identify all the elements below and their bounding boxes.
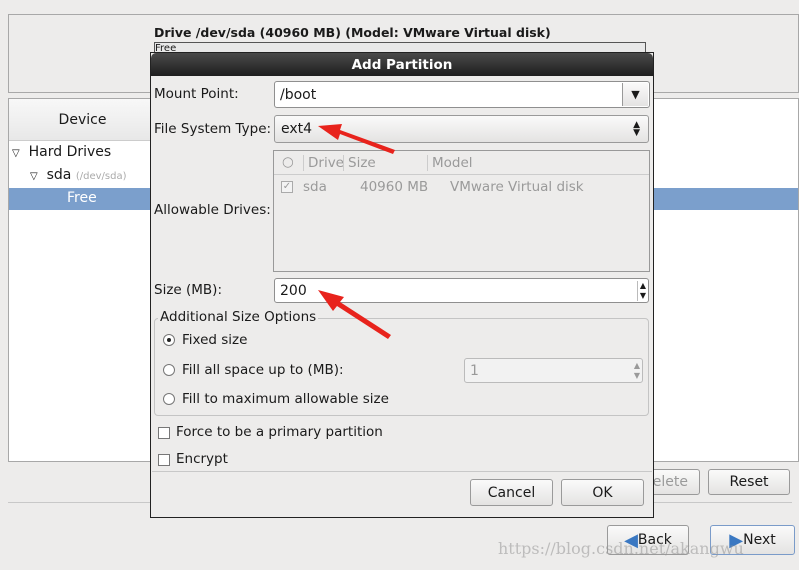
annotation-arrows — [318, 124, 395, 339]
red-arrow-icon — [318, 290, 391, 339]
red-arrow-icon — [318, 124, 395, 154]
